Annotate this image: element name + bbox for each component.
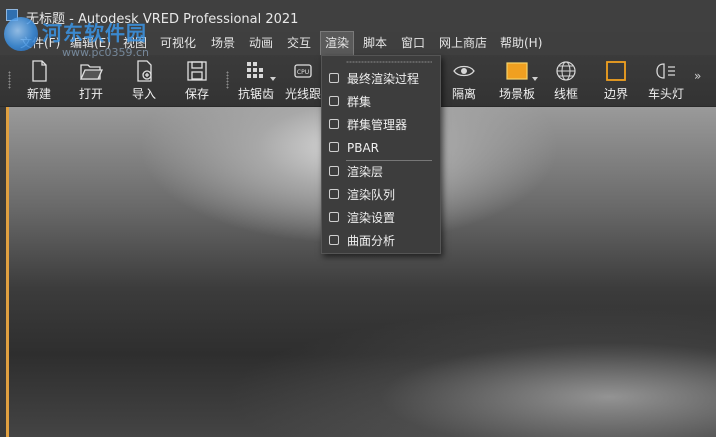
- menu-bar: 文件(F) 编辑(E) 视图 可视化 场景 动画 交互 渲染 脚本 窗口 网上商…: [0, 31, 716, 56]
- headlight-icon: [656, 63, 675, 79]
- import-icon: [137, 60, 152, 82]
- menu-item-label: PBAR: [347, 141, 380, 155]
- menu-item-pbar[interactable]: PBAR: [322, 137, 440, 159]
- wireframe-label: 线框: [553, 87, 578, 101]
- open-button[interactable]: 打开: [72, 55, 110, 106]
- menu-interaction[interactable]: 交互: [283, 32, 315, 55]
- cpu-raytracing-icon: CPU: [294, 64, 312, 78]
- isolate-label: 隔离: [451, 87, 476, 101]
- new-label: 新建: [26, 87, 51, 101]
- headlight-label: 车头灯: [647, 87, 684, 101]
- menu-window[interactable]: 窗口: [397, 32, 429, 55]
- checkbox[interactable]: [329, 235, 339, 245]
- antialiasing-label: 抗锯齿: [237, 87, 274, 101]
- sceneplate-label: 场景板: [498, 87, 535, 101]
- save-label: 保存: [184, 87, 209, 101]
- save-icon: [187, 61, 207, 81]
- menu-item-label: 渲染设置: [347, 211, 396, 225]
- sceneplate-button[interactable]: 场景板: [494, 55, 540, 106]
- menu-item-label: 渲染队列: [347, 188, 396, 202]
- menu-view[interactable]: 视图: [119, 32, 151, 55]
- svg-text:CPU: CPU: [297, 69, 309, 76]
- checkbox[interactable]: [329, 166, 339, 176]
- checkbox[interactable]: [329, 189, 339, 199]
- wireframe-button[interactable]: 线框: [546, 55, 586, 106]
- menu-item-label: 曲面分析: [347, 234, 396, 248]
- title-bar: 无标题 - Autodesk VRED Professional 2021: [0, 0, 716, 32]
- left-dock-strip: [0, 107, 9, 437]
- menu-item-label: 最终渲染过程: [347, 72, 420, 86]
- menu-script[interactable]: 脚本: [359, 32, 391, 55]
- menu-item-label: 群集管理器: [347, 118, 408, 132]
- sceneplate-icon: [506, 62, 528, 80]
- wireframe-icon: [556, 61, 576, 81]
- menu-render[interactable]: 渲染: [319, 31, 355, 56]
- antialiasing-dropdown-arrow[interactable]: [270, 77, 276, 81]
- import-button[interactable]: 导入: [125, 55, 163, 106]
- window-title: 无标题 - Autodesk VRED Professional 2021: [26, 12, 299, 27]
- menu-visualization[interactable]: 可视化: [156, 32, 200, 55]
- antialiasing-button[interactable]: 抗锯齿: [234, 55, 278, 106]
- toolbar-grip-handle[interactable]: [8, 71, 11, 89]
- menu-edit[interactable]: 编辑(E): [66, 32, 115, 55]
- menu-online-store[interactable]: 网上商店: [435, 32, 491, 55]
- sceneplate-dropdown-arrow[interactable]: [532, 77, 538, 81]
- menu-scene[interactable]: 场景: [207, 32, 239, 55]
- menu-item-surface-analysis[interactable]: 曲面分析: [322, 230, 440, 252]
- headlight-button[interactable]: 车头灯: [643, 55, 689, 106]
- new-button[interactable]: 新建: [20, 55, 58, 106]
- menu-file[interactable]: 文件(F): [16, 32, 64, 55]
- menu-item-label: 群集: [347, 95, 372, 109]
- vred-window: 无标题 - Autodesk VRED Professional 2021 文件…: [0, 0, 716, 437]
- folder-open-icon: [79, 64, 103, 80]
- render-menu-dropdown: 最终渲染过程 群集 群集管理器 PBAR 渲染层 渲染队列 渲染设置 曲面分析: [321, 55, 441, 254]
- menu-item-final-render[interactable]: 最终渲染过程: [322, 68, 440, 90]
- menu-animation[interactable]: 动画: [245, 32, 277, 55]
- antialiasing-icon: [247, 62, 263, 78]
- checkbox[interactable]: [329, 142, 339, 152]
- isolate-eye-icon: [453, 65, 475, 77]
- raytracing-button[interactable]: CPU 光线跟: [282, 55, 324, 106]
- save-button[interactable]: 保存: [178, 55, 216, 106]
- menu-item-label: 渲染层: [347, 165, 384, 179]
- menu-help[interactable]: 帮助(H): [496, 32, 546, 55]
- menu-tearoff-handle[interactable]: [346, 61, 432, 63]
- toolbar-overflow-button[interactable]: »: [694, 69, 701, 83]
- bounding-box-icon: [606, 61, 626, 81]
- new-file-icon: [32, 60, 47, 82]
- checkbox[interactable]: [329, 212, 339, 222]
- toolbar-grip-handle-2[interactable]: [226, 71, 229, 89]
- menu-item-render-settings[interactable]: 渲染设置: [322, 207, 440, 229]
- isolate-button[interactable]: 隔离: [444, 55, 484, 106]
- app-icon: [6, 9, 18, 21]
- import-label: 导入: [131, 87, 156, 101]
- checkbox[interactable]: [329, 119, 339, 129]
- checkbox[interactable]: [329, 96, 339, 106]
- menu-item-render-layers[interactable]: 渲染层: [322, 161, 440, 183]
- bounding-box-label: 边界: [603, 87, 628, 101]
- menu-item-cluster-manager[interactable]: 群集管理器: [322, 114, 440, 136]
- raytracing-label: 光线跟: [284, 87, 321, 101]
- menu-item-cluster[interactable]: 群集: [322, 91, 440, 113]
- menu-item-render-queue[interactable]: 渲染队列: [322, 184, 440, 206]
- open-label: 打开: [78, 87, 103, 101]
- bounding-box-button[interactable]: 边界: [596, 55, 636, 106]
- checkbox[interactable]: [329, 73, 339, 83]
